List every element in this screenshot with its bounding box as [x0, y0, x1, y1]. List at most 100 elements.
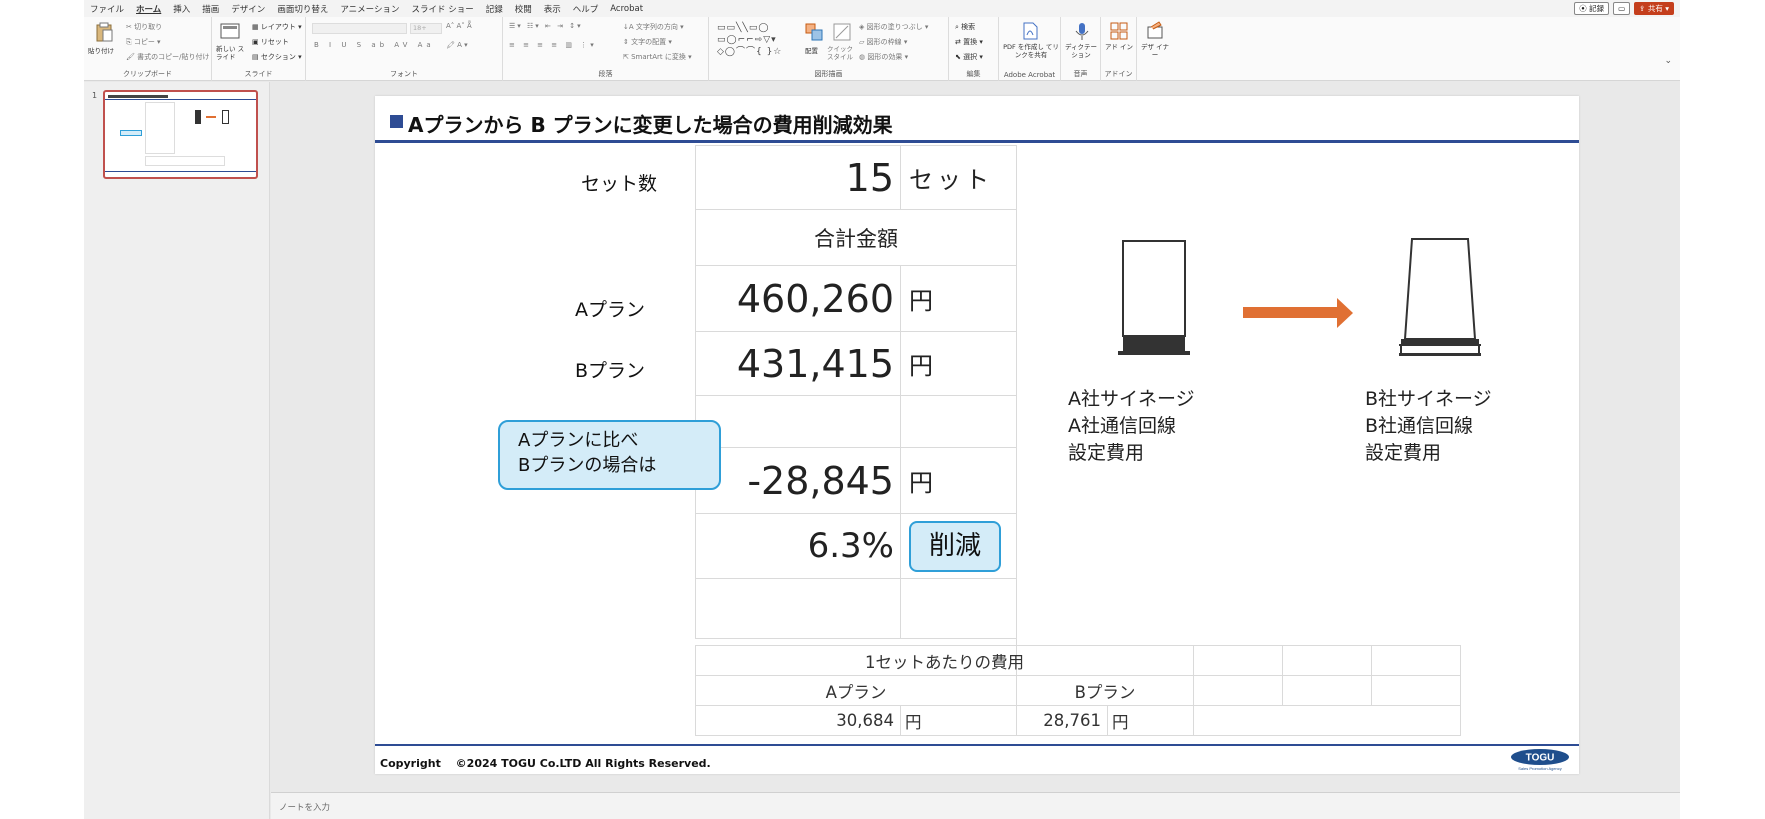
menu-animations[interactable]: アニメーション [340, 3, 399, 15]
layout-label: レイアウト [260, 23, 296, 31]
list-buttons[interactable]: ☰▾ ☷▾ ⇤ ⇥ ↕▾ [509, 22, 583, 30]
per-set-unit-b[interactable]: 円 [1107, 705, 1194, 736]
per-set-col-a[interactable]: Aプラン [695, 675, 1017, 706]
difference-unit[interactable]: 円 [900, 447, 1017, 514]
new-slide-button[interactable]: 新しい スライド [216, 45, 250, 61]
microphone-icon[interactable] [1072, 21, 1092, 41]
reduction-percent[interactable]: 6.3% [695, 513, 901, 579]
per-set-unit-a[interactable]: 円 [900, 705, 1017, 736]
section-label: セクション [260, 53, 296, 61]
arrange-button[interactable]: 配置 [805, 45, 818, 55]
designer-button[interactable]: デザ イナー [1139, 43, 1171, 59]
copy-button[interactable]: ⎘ コピー ▾ [126, 37, 161, 47]
slide-canvas[interactable]: Aプランから B プランに変更した場合の費用削減効果 セット数 Aプラン Bプラ… [375, 96, 1579, 774]
shape-effects-button[interactable]: ◍ 図形の効果 ▾ [859, 52, 908, 62]
create-pdf-button[interactable]: PDF を作成し てリンクを共有 [1003, 43, 1059, 59]
addins-icon[interactable] [1109, 21, 1129, 41]
menu-slideshow[interactable]: スライド ショー [412, 3, 474, 15]
empty-cell[interactable] [1193, 705, 1461, 736]
paste-icon[interactable] [94, 22, 114, 42]
signage-b-image[interactable] [1397, 237, 1483, 361]
menu-design[interactable]: デザイン [231, 3, 265, 15]
slide-thumbnail[interactable] [103, 90, 258, 179]
align-buttons[interactable]: ≡ ≡ ≡ ≡ ▥ ⋮▾ [509, 41, 597, 49]
empty-cell[interactable] [1282, 675, 1372, 706]
addins-button[interactable]: アド イン [1103, 43, 1135, 51]
total-header[interactable]: 合計金額 [695, 209, 1017, 266]
sets-value[interactable]: 15 [695, 145, 901, 210]
shape-outline-button[interactable]: ▱ 図形の枠線 ▾ [859, 37, 907, 47]
empty-cell[interactable] [695, 395, 901, 448]
empty-cell[interactable] [1371, 645, 1461, 676]
replace-button[interactable]: ⇄ 置換 ▾ [955, 37, 983, 47]
share-button[interactable]: ⇪ 共有 ▾ [1634, 2, 1674, 15]
quick-styles-icon[interactable] [832, 22, 852, 42]
select-button[interactable]: ⬉ 選択 ▾ [955, 52, 983, 62]
paragraph-group-label: 段落 [598, 70, 613, 78]
menu-file[interactable]: ファイル [90, 3, 124, 15]
empty-cell[interactable] [1371, 675, 1461, 706]
empty-cell[interactable] [900, 578, 1017, 639]
section-button[interactable]: ▤ セクション ▾ [252, 52, 302, 62]
signage-a-image[interactable] [1116, 239, 1196, 359]
empty-cell[interactable] [1193, 675, 1283, 706]
designer-icon[interactable] [1145, 21, 1165, 41]
sets-unit[interactable]: セット [900, 145, 1017, 210]
reduction-badge[interactable]: 削減 [909, 520, 1001, 572]
slide-title[interactable]: Aプランから B プランに変更した場合の費用削減効果 [390, 109, 893, 138]
thumbnail-sign-a [195, 110, 201, 124]
font-color-icons[interactable]: 🖍 A ▾ [446, 41, 468, 49]
difference-value[interactable]: -28,845 [695, 447, 901, 514]
per-set-col-b[interactable]: Bプラン [1016, 675, 1194, 706]
text-direction-button[interactable]: ↓A 文字列の方向 ▾ [623, 22, 684, 32]
find-button[interactable]: ⌕ 検索 [955, 22, 975, 32]
per-set-header[interactable]: 1セットあたりの費用 [695, 645, 1194, 676]
menu-transitions[interactable]: 画面切り替え [277, 3, 328, 15]
quick-styles-button[interactable]: クイック スタイル [827, 45, 857, 61]
reduction-badge-cell[interactable]: 削減 [900, 513, 1017, 579]
reset-button[interactable]: ▣ リセット [252, 37, 289, 47]
cut-button[interactable]: ✂ 切り取り [126, 22, 162, 32]
new-slide-icon[interactable] [220, 22, 240, 42]
menu-home[interactable]: ホーム [136, 3, 161, 15]
smartart-button[interactable]: ⇱ SmartArt に変換 ▾ [623, 52, 692, 62]
menu-insert[interactable]: 挿入 [173, 3, 190, 15]
menu-draw[interactable]: 描画 [202, 3, 219, 15]
shape-fill-button[interactable]: ◈ 図形の塗りつぶし ▾ [859, 22, 928, 32]
paste-button[interactable]: 貼り付け [88, 45, 114, 55]
menu-review[interactable]: 校閲 [515, 3, 532, 15]
align-text-button[interactable]: ⇕ 文字の配置 ▾ [623, 37, 672, 47]
plan-b-total[interactable]: 431,415 [695, 331, 901, 396]
ribbon-collapse-icon[interactable]: ⌄ [1664, 56, 1672, 66]
notes-pane[interactable]: ノートを入力 [271, 792, 1680, 819]
per-set-value-a[interactable]: 30,684 [695, 705, 901, 736]
menu-help[interactable]: ヘルプ [573, 3, 599, 15]
font-style-buttons[interactable]: B I U S ab AV Aa [314, 41, 435, 49]
empty-cell[interactable] [1282, 645, 1372, 676]
thumbnail-arrow [206, 116, 216, 118]
record-button[interactable]: ⦿ 記録 [1574, 2, 1610, 15]
shape-outline-label: 図形の枠線 [866, 38, 902, 46]
empty-cell[interactable] [695, 578, 901, 639]
menu-record[interactable]: 記録 [486, 3, 503, 15]
comment-icon[interactable]: ▭ [1613, 2, 1631, 15]
format-painter-button[interactable]: 🖌 書式のコピー/貼り付け [126, 52, 209, 62]
dictate-button[interactable]: ディクテー ション [1063, 43, 1099, 59]
per-set-value-b[interactable]: 28,761 [1016, 705, 1108, 736]
font-name-select[interactable] [312, 23, 407, 34]
plan-a-unit[interactable]: 円 [900, 265, 1017, 332]
font-grow-icons[interactable]: A˄ A˅ Aͣ [446, 22, 472, 30]
pdf-icon[interactable] [1020, 21, 1040, 41]
shapes-gallery[interactable]: ▭▭╲╲▭◯ ▭◯⌐⌐⇨▽▾ ◇◯⌒⌒{ }☆ [717, 22, 799, 60]
layout-button[interactable]: ▦ レイアウト ▾ [252, 22, 302, 32]
empty-cell[interactable] [900, 395, 1017, 448]
menu-acrobat[interactable]: Acrobat [610, 4, 643, 14]
plan-a-total[interactable]: 460,260 [695, 265, 901, 332]
comparison-callout[interactable]: Aプランに比べ Bプランの場合は [498, 420, 721, 490]
drawing-group-label: 図形描画 [814, 70, 843, 78]
menu-view[interactable]: 表示 [544, 3, 561, 15]
arrange-icon[interactable] [804, 22, 824, 42]
plan-b-unit[interactable]: 円 [900, 331, 1017, 396]
font-size-select[interactable]: 18+ [410, 23, 442, 34]
empty-cell[interactable] [1193, 645, 1283, 676]
